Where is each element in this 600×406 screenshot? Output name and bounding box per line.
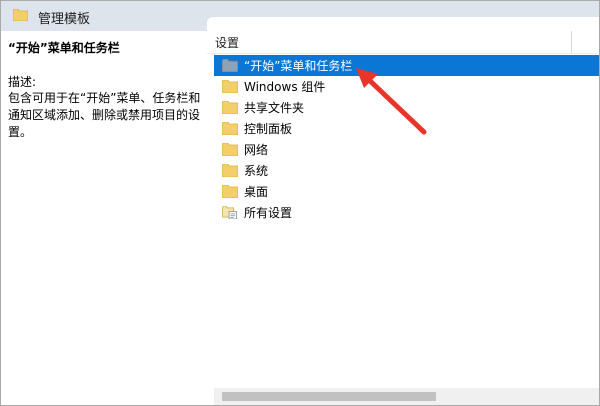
folder-icon xyxy=(222,185,238,198)
list-item-label: 控制面板 xyxy=(244,122,293,136)
list-item-network[interactable]: 网络 xyxy=(214,139,599,160)
column-header-line xyxy=(207,53,599,54)
all-settings-icon xyxy=(222,206,237,219)
description-pane: “开始”菜单和任务栏 描述: 包含可用于在“开始”菜单、任务栏和通知区域添加、删… xyxy=(1,31,207,404)
folder-icon xyxy=(222,122,238,135)
list-item-label: 系统 xyxy=(244,164,269,178)
folder-icon xyxy=(222,164,238,177)
folder-icon xyxy=(13,9,28,21)
list-item-label: “开始”菜单和任务栏 xyxy=(244,59,353,73)
column-divider[interactable] xyxy=(571,31,572,53)
scrollbar-thumb[interactable] xyxy=(222,392,436,401)
folder-icon xyxy=(222,143,238,156)
column-header-settings[interactable]: 设置 xyxy=(215,34,239,51)
list-item-label: 共享文件夹 xyxy=(244,101,305,115)
folder-icon xyxy=(222,80,238,93)
description-title: “开始”菜单和任务栏 xyxy=(8,41,120,55)
folder-icon xyxy=(222,101,238,114)
list-item-desktop[interactable]: 桌面 xyxy=(214,181,599,202)
description-label: 描述: xyxy=(8,75,37,89)
annotation-arrow-icon xyxy=(356,68,427,135)
list-item-all-settings[interactable]: 所有设置 xyxy=(214,202,599,223)
list-item-label: 桌面 xyxy=(244,185,269,199)
description-body: 包含可用于在“开始”菜单、任务栏和通知区域添加、删除或禁用项目的设置。 xyxy=(8,91,201,139)
list-item-label: 所有设置 xyxy=(244,206,293,220)
list-item-label: 网络 xyxy=(244,143,269,157)
list-item-label: Windows 组件 xyxy=(244,80,326,94)
header-title: 管理模板 xyxy=(38,12,91,27)
list-item-system[interactable]: 系统 xyxy=(214,160,599,181)
folder-icon xyxy=(222,59,238,72)
horizontal-scrollbar[interactable] xyxy=(214,388,599,405)
